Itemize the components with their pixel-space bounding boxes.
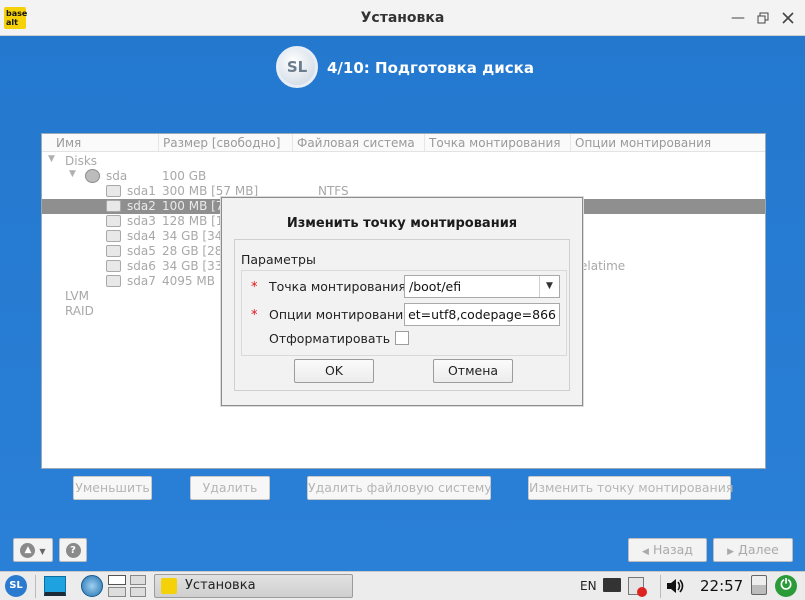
power-icon: ⏻ (775, 575, 797, 597)
change-mount-point-button[interactable]: Изменить точку монтирования (528, 476, 733, 500)
required-marker: * (251, 280, 258, 295)
next-button[interactable]: ▶ Далее (713, 538, 793, 562)
chevron-down-icon[interactable]: ▼ (539, 276, 559, 297)
taskbar-window-installer[interactable]: Установка (154, 574, 353, 598)
column-name[interactable]: Имя (42, 134, 159, 151)
battery-tray[interactable] (748, 575, 770, 598)
workspace-switcher[interactable] (108, 575, 128, 598)
workspace-4-icon (130, 587, 146, 597)
maximize-button[interactable] (753, 8, 773, 28)
up-arrow-icon: ▲ (20, 543, 36, 558)
table-row[interactable]: ▼ Disks (42, 154, 765, 169)
workspace-3-icon (130, 575, 146, 585)
parameters-group-label: Параметры (241, 252, 316, 267)
format-checkbox[interactable] (395, 331, 409, 345)
partition-icon (106, 185, 121, 197)
keyboard-layout-indicator[interactable]: EN (580, 579, 597, 593)
expand-arrow-icon[interactable]: ▼ (48, 154, 55, 164)
taskbar: SL Установка EN 22:57 ⏻ (0, 571, 805, 600)
next-arrow-icon: ▶ (727, 547, 735, 557)
globe-icon (81, 575, 103, 597)
dialog-body: Параметры * Точка монтирования /boot/efi… (234, 239, 570, 391)
power-button[interactable]: ⏻ (775, 575, 799, 598)
dropdown-arrow-icon: ▼ (39, 547, 46, 556)
help-icon: ? (65, 543, 81, 558)
column-mount-options[interactable]: Опции монтирования (571, 134, 765, 151)
required-marker: * (251, 308, 258, 323)
sl-start-logo-icon: SL (5, 575, 27, 597)
restore-icon (757, 12, 769, 24)
minimize-button[interactable]: — (728, 8, 748, 28)
minimize-icon: — (731, 10, 745, 26)
cancel-button[interactable]: Отмена (433, 359, 513, 383)
delete-button[interactable]: Удалить (190, 476, 270, 500)
workspace-2-icon (108, 587, 126, 597)
desktop-icon (44, 576, 66, 596)
table-header: Имя Размер [свободно] Файловая система Т… (42, 134, 765, 152)
expand-arrow-icon[interactable]: ▼ (69, 169, 76, 179)
table-row[interactable]: ▼ sda 100 GB (42, 169, 765, 184)
clock[interactable]: 22:57 (700, 577, 743, 595)
partition-icon (106, 245, 121, 257)
mount-point-combobox[interactable]: /boot/efi ▼ (404, 275, 560, 298)
workspace-grid[interactable] (130, 575, 148, 598)
volume-tray[interactable] (660, 575, 686, 598)
partition-icon (106, 260, 121, 272)
battery-icon (751, 575, 767, 595)
installer-icon (161, 578, 177, 594)
format-label: Отформатировать (269, 331, 391, 346)
start-menu-button[interactable]: SL (5, 575, 29, 598)
partition-icon (106, 215, 121, 227)
workspace-1-icon (108, 575, 126, 585)
partition-icon (106, 275, 121, 287)
back-arrow-icon: ◀ (642, 547, 649, 557)
back-button[interactable]: ◀ Назад (628, 538, 707, 562)
show-desktop-button[interactable] (35, 575, 69, 598)
column-filesystem[interactable]: Файловая система (293, 134, 425, 151)
column-size[interactable]: Размер [свободно] (159, 134, 293, 151)
hard-disk-icon (85, 169, 100, 183)
ok-button[interactable]: OK (294, 359, 374, 383)
close-icon (782, 12, 794, 24)
column-mount-point[interactable]: Точка монтирования (425, 134, 571, 151)
network-icon (603, 578, 621, 592)
volume-icon (667, 579, 684, 593)
partition-icon (106, 200, 121, 212)
step-title: 4/10: Подготовка диска (327, 59, 534, 77)
mount-options-input[interactable]: et=utf8,codepage=866 (404, 303, 560, 326)
browser-launcher[interactable] (81, 575, 105, 598)
help-button[interactable]: ? (59, 538, 87, 562)
partition-icon (106, 230, 121, 242)
network-tray[interactable] (603, 575, 625, 598)
change-mount-point-dialog: Изменить точку монтирования Параметры * … (221, 197, 583, 406)
mount-point-label: Точка монтирования (269, 279, 406, 294)
delete-filesystem-button[interactable]: Удалить файловую систему (307, 476, 492, 500)
updates-disabled-icon (628, 577, 647, 597)
dialog-title: Изменить точку монтирования (286, 216, 518, 231)
mount-options-label: Опции монтирования (269, 307, 411, 322)
close-button[interactable] (778, 8, 798, 28)
sl-logo-icon: SL (276, 46, 318, 88)
window-title: Установка (360, 10, 445, 26)
window-titlebar: base alt Установка — (0, 0, 805, 36)
shrink-button[interactable]: Уменьшить (73, 476, 152, 500)
updates-tray[interactable] (628, 575, 650, 598)
up-menu-button[interactable]: ▲ ▼ (13, 538, 53, 562)
